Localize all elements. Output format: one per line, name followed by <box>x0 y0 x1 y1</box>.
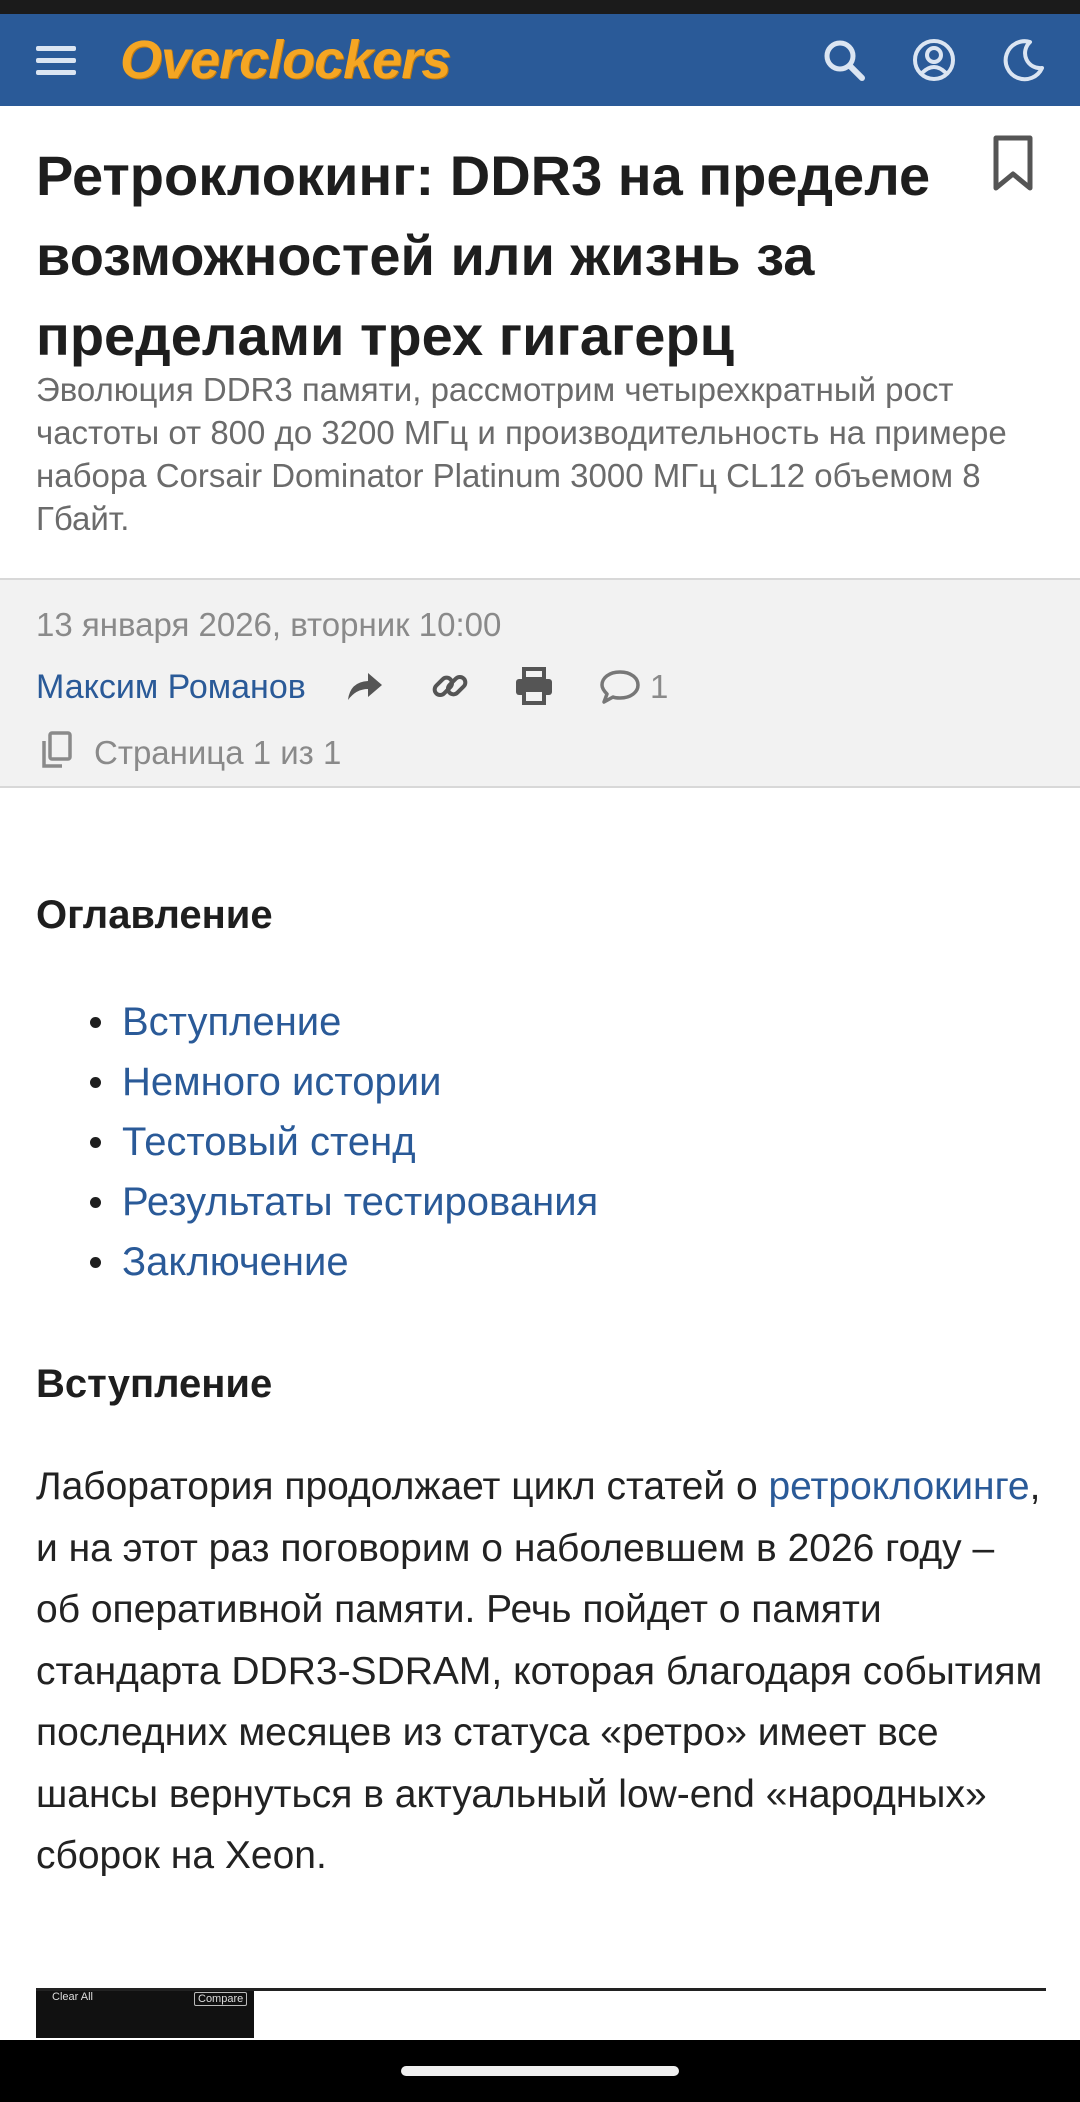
toc-item: Тестовый стенд <box>36 1112 598 1172</box>
site-header: Overclockers <box>0 14 1080 106</box>
intro-text-start: Лаборатория продолжает цикл статей о <box>36 1465 769 1508</box>
status-bar <box>0 0 1080 14</box>
publish-date: 13 января 2026, вторник 10:00 <box>36 606 502 643</box>
comment-icon[interactable] <box>598 664 642 708</box>
page-indicator: Страница 1 из 1 <box>94 734 342 771</box>
article-image[interactable]: Clear All Compare <box>36 1988 1046 2038</box>
toc-link-test-bench[interactable]: Тестовый стенд <box>122 1120 416 1164</box>
section-heading-intro: Вступление <box>36 1362 273 1406</box>
print-icon[interactable] <box>512 664 556 708</box>
article-meta: 13 января 2026, вторник 10:00 Максим Ром… <box>0 578 1080 788</box>
image-dark-panel: Clear All Compare <box>36 1991 254 2038</box>
dark-mode-moon-icon[interactable] <box>1000 36 1048 84</box>
image-compare-label: Compare <box>194 1992 248 2006</box>
system-navigation-bar <box>0 2040 1080 2102</box>
article-title: Ретроклокинг: DDR3 на пределе возможност… <box>36 144 931 367</box>
article-subtitle: Эволюция DDR3 памяти, рассмотрим четырех… <box>36 371 1007 537</box>
site-logo[interactable]: Overclockers <box>120 28 451 92</box>
toc-link-results[interactable]: Результаты тестирования <box>122 1180 598 1224</box>
home-gesture-handle[interactable] <box>401 2066 679 2076</box>
menu-icon[interactable] <box>36 44 76 78</box>
intro-paragraph: Лаборатория продолжает цикл статей о рет… <box>36 1456 1046 1887</box>
toc-link-history[interactable]: Немного истории <box>122 1060 441 1104</box>
intro-text-end: , и на этот раз поговорим о наболевшем в… <box>36 1465 1043 1877</box>
share-icon[interactable] <box>342 664 386 708</box>
toc-item: Результаты тестирования <box>36 1172 598 1232</box>
toc-item: Заключение <box>36 1232 598 1292</box>
table-of-contents: Вступление Немного истории Тестовый стен… <box>36 992 598 1292</box>
toc-item: Немного истории <box>36 1052 598 1112</box>
account-icon[interactable] <box>910 36 958 84</box>
author-link[interactable]: Максим Романов <box>36 668 306 707</box>
search-icon[interactable] <box>820 36 868 84</box>
retroclocking-link[interactable]: ретроклокинге <box>768 1465 1029 1508</box>
comments-count[interactable]: 1 <box>650 668 668 706</box>
toc-link-conclusion[interactable]: Заключение <box>122 1240 349 1284</box>
pages-icon <box>38 730 74 770</box>
image-clear-all-label: Clear All <box>52 1991 93 2003</box>
toc-item: Вступление <box>36 992 598 1052</box>
toc-link-intro[interactable]: Вступление <box>122 1000 341 1044</box>
article-header: Ретроклокинг: DDR3 на пределе возможност… <box>0 106 1080 578</box>
bookmark-icon[interactable] <box>988 134 1038 194</box>
toc-heading: Оглавление <box>36 893 273 937</box>
link-icon[interactable] <box>428 664 472 708</box>
